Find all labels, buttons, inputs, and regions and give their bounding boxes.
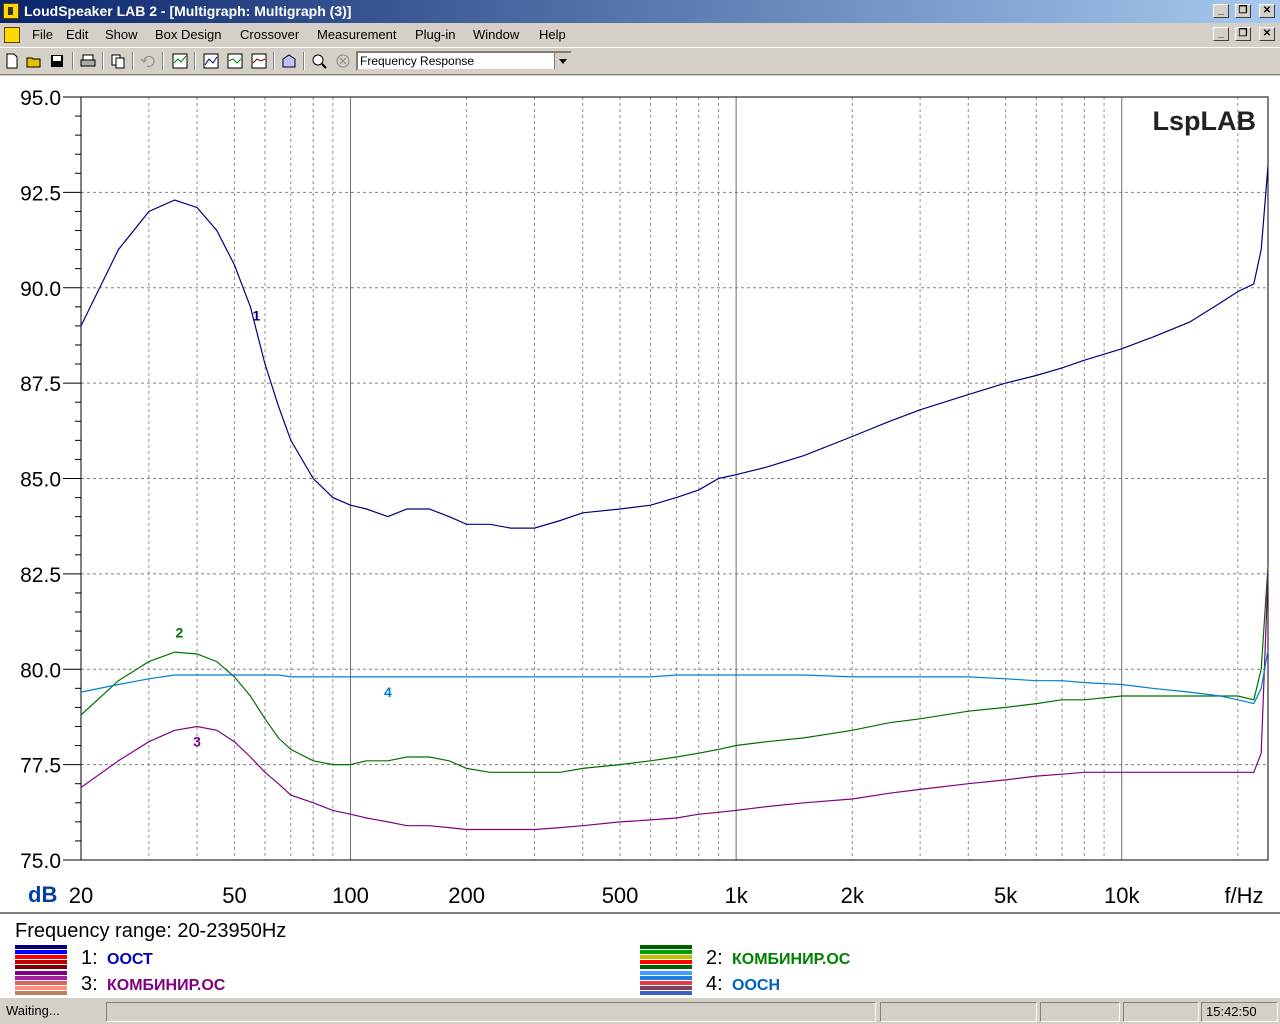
toolbar-separator bbox=[162, 52, 164, 70]
y-tick-label: 80.0 bbox=[20, 659, 61, 682]
title-bar: LoudSpeaker LAB 2 - [Multigraph: Multigr… bbox=[0, 0, 1280, 23]
doc-restore-button[interactable]: ❐ bbox=[1235, 27, 1251, 41]
x-tick-label: 200 bbox=[448, 883, 485, 908]
legend-name: КОМБИНИР.ОС bbox=[732, 951, 851, 968]
undo-icon[interactable] bbox=[140, 53, 156, 69]
stop-icon[interactable] bbox=[335, 53, 351, 69]
legend-swatch bbox=[15, 945, 67, 969]
save-icon[interactable] bbox=[49, 53, 65, 69]
toolbar: Frequency Response bbox=[0, 47, 1280, 75]
legend-number: 2: bbox=[706, 947, 723, 969]
series-label-2: 2 bbox=[176, 624, 184, 640]
status-panel bbox=[1040, 1002, 1120, 1022]
menu-file[interactable]: File bbox=[32, 27, 53, 42]
toolbar-separator bbox=[303, 52, 305, 70]
toolbar-separator bbox=[102, 52, 104, 70]
legend-area: Frequency range: 20-23950Hz 1: ООСТ 2: КОМБ… bbox=[0, 912, 1280, 998]
minimize-button[interactable]: _ bbox=[1213, 4, 1229, 18]
menu-crossover[interactable]: Crossover bbox=[240, 27, 299, 42]
app-icon[interactable] bbox=[3, 3, 19, 19]
status-panel bbox=[880, 1002, 1037, 1022]
menu-bar: File Edit Show Box Design Crossover Meas… bbox=[0, 23, 1280, 47]
boxdesign-icon[interactable] bbox=[281, 53, 297, 69]
doc-close-button[interactable]: ✕ bbox=[1259, 27, 1275, 41]
graph-icon[interactable] bbox=[251, 53, 267, 69]
x-tick-label: 500 bbox=[602, 883, 639, 908]
y-tick-label: 85.0 bbox=[20, 469, 61, 492]
series-label-1: 1 bbox=[252, 307, 260, 323]
frequency-range-label: Frequency range: 20-23950Hz bbox=[15, 920, 287, 942]
y-tick-label: 77.5 bbox=[20, 755, 61, 778]
x-tick-label: 2k bbox=[841, 883, 865, 908]
legend-swatch bbox=[15, 971, 67, 995]
legend-name: ООСН bbox=[732, 977, 780, 994]
menu-window[interactable]: Window bbox=[473, 27, 519, 42]
x-tick-label: 20 bbox=[69, 883, 93, 908]
status-text: Waiting... bbox=[6, 1003, 60, 1018]
menu-edit[interactable]: Edit bbox=[66, 27, 88, 42]
frequency-response-chart[interactable]: 1 2 3 4 75.0 77.5 80.0 82.5 85.0 87.5 90.0 92.5 95.0… bbox=[0, 76, 1280, 912]
y-tick-label: 82.5 bbox=[20, 564, 61, 587]
legend-swatch bbox=[640, 945, 692, 969]
status-clock: 15:42:50 bbox=[1201, 1002, 1278, 1022]
x-tick-label: 1k bbox=[725, 883, 749, 908]
x-tick-label: 5k bbox=[994, 883, 1018, 908]
open-icon[interactable] bbox=[26, 53, 42, 69]
legend-number: 4: bbox=[706, 973, 723, 995]
y-tick-label: 87.5 bbox=[20, 373, 61, 396]
chevron-down-icon[interactable] bbox=[554, 53, 570, 69]
y-tick-label: 90.0 bbox=[20, 278, 61, 301]
toolbar-separator bbox=[72, 52, 74, 70]
y-axis-label: dB bbox=[28, 882, 57, 907]
series-label-3: 3 bbox=[193, 733, 201, 749]
window-title: LoudSpeaker LAB 2 - [Multigraph: Multigr… bbox=[24, 3, 352, 19]
status-panel bbox=[1123, 1002, 1199, 1022]
legend-name: КОМБИНИР.ОС bbox=[107, 977, 226, 994]
y-tick-label: 75.0 bbox=[20, 850, 61, 873]
doc-minimize-button[interactable]: _ bbox=[1213, 27, 1229, 41]
zoom-icon[interactable] bbox=[311, 53, 327, 69]
watermark-label: LspLAB bbox=[1153, 106, 1257, 136]
close-button[interactable]: ✕ bbox=[1259, 4, 1275, 18]
legend-number: 1: bbox=[81, 947, 98, 969]
legend-name: ООСТ bbox=[107, 951, 153, 968]
legend-number: 3: bbox=[81, 973, 98, 995]
series-label-4: 4 bbox=[384, 684, 392, 700]
x-tick-label: 10k bbox=[1104, 883, 1140, 908]
toolbar-separator bbox=[194, 52, 196, 70]
chart-area[interactable]: 1 2 3 4 75.0 77.5 80.0 82.5 85.0 87.5 90.0 92.5 95.0… bbox=[0, 76, 1280, 912]
legend-swatch bbox=[640, 971, 692, 995]
document-icon[interactable] bbox=[4, 27, 20, 43]
restore-button[interactable]: ❐ bbox=[1235, 4, 1251, 18]
menu-help[interactable]: Help bbox=[539, 27, 566, 42]
x-tick-label: 100 bbox=[332, 883, 369, 908]
copy-icon[interactable] bbox=[110, 53, 126, 69]
y-tick-label: 92.5 bbox=[20, 182, 61, 205]
toolbar-separator bbox=[273, 52, 275, 70]
toolbar-separator bbox=[132, 52, 134, 70]
graph-icon[interactable] bbox=[203, 53, 219, 69]
view-select[interactable]: Frequency Response bbox=[356, 51, 572, 71]
menu-plug-in[interactable]: Plug-in bbox=[415, 27, 455, 42]
y-tick-label: 95.0 bbox=[20, 87, 61, 110]
menu-measurement[interactable]: Measurement bbox=[317, 27, 396, 42]
status-bar: Waiting... 15:42:50 bbox=[0, 998, 1280, 1024]
new-icon[interactable] bbox=[4, 53, 20, 69]
x-tick-label: 50 bbox=[222, 883, 246, 908]
multigraph-icon[interactable] bbox=[172, 53, 188, 69]
print-icon[interactable] bbox=[80, 53, 96, 69]
menu-box-design[interactable]: Box Design bbox=[155, 27, 221, 42]
view-select-value: Frequency Response bbox=[360, 54, 475, 68]
status-panel bbox=[106, 1002, 876, 1022]
graph-icon[interactable] bbox=[227, 53, 243, 69]
menu-show[interactable]: Show bbox=[105, 27, 138, 42]
x-axis-label: f/Hz bbox=[1224, 883, 1263, 908]
